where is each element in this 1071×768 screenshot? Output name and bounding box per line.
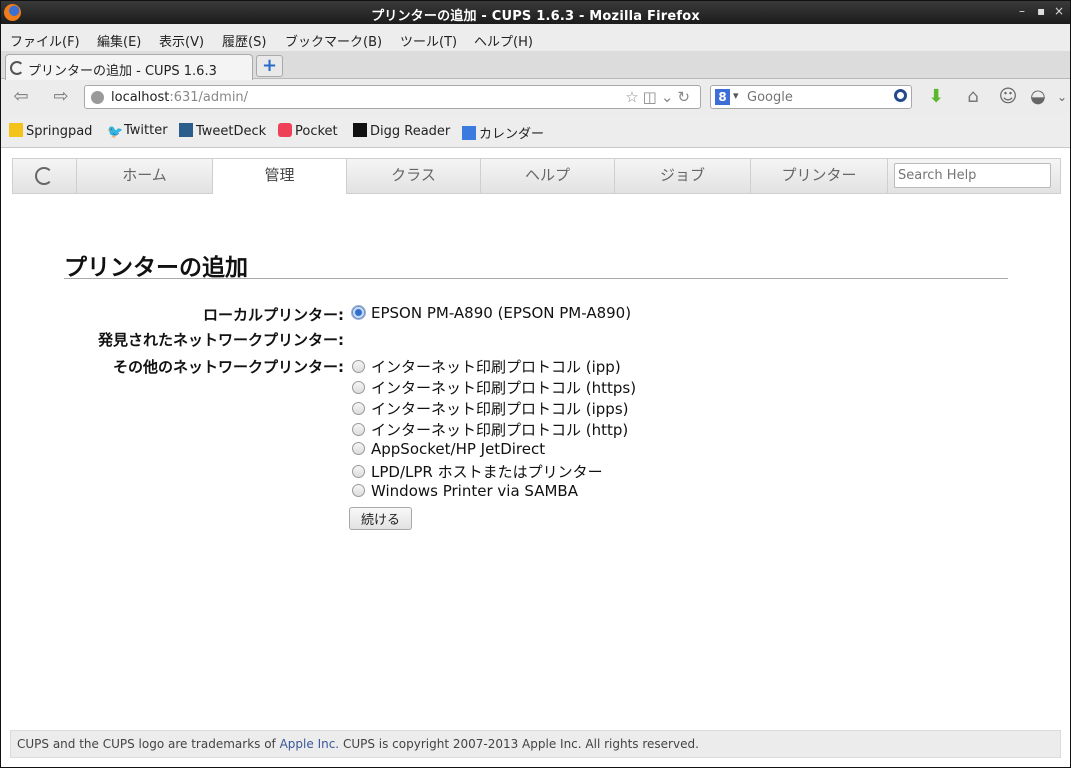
cups-nav-bar: ホーム 管理 クラス ヘルプ ジョブ プリンター xyxy=(12,158,1061,194)
tab-label: プリンターの追加 - CUPS 1.6.3 xyxy=(28,64,217,79)
heading-divider xyxy=(64,278,1008,279)
window-title: プリンターの追加 - CUPS 1.6.3 - Mozilla Firefox xyxy=(371,9,700,24)
other-printers-label: その他のネットワークプリンター: xyxy=(112,358,344,376)
addon-face-icon[interactable]: ☺ xyxy=(997,86,1019,108)
help-search-input[interactable] xyxy=(894,163,1051,188)
navigation-toolbar: ⇦ ⇨ localhost:631/admin/ ☆◫⌄↻ 8 ▾ ⬇ ⌂ ☺ … xyxy=(1,80,1070,114)
back-arrow-icon[interactable]: ⇦ xyxy=(7,85,35,109)
search-engine-dropdown-icon[interactable]: ▾ xyxy=(733,89,739,102)
springpad-icon xyxy=(9,123,23,137)
bookmark-star-icon[interactable]: ☆ xyxy=(625,88,642,106)
url-bar-actions: ☆◫⌄↻ xyxy=(625,88,694,106)
nav-home[interactable]: ホーム xyxy=(77,159,213,193)
continue-button[interactable]: 続ける xyxy=(349,507,412,530)
option-https[interactable]: インターネット印刷プロトコル (https) xyxy=(352,377,636,397)
apple-link[interactable]: Apple Inc. xyxy=(280,737,340,751)
option-appsocket[interactable]: AppSocket/HP JetDirect xyxy=(352,440,545,460)
calendar-icon xyxy=(462,126,476,140)
page-footer: CUPS and the CUPS logo are trademarks of… xyxy=(10,730,1061,758)
globe-icon xyxy=(91,91,104,104)
reload-icon[interactable]: ↻ xyxy=(677,88,694,106)
option-samba[interactable]: Windows Printer via SAMBA xyxy=(352,482,578,502)
menu-tools[interactable]: ツール(T) xyxy=(400,31,457,50)
minimize-button[interactable]: – xyxy=(1019,4,1025,18)
radio-icon[interactable] xyxy=(352,360,365,373)
close-button[interactable]: × xyxy=(1054,4,1064,18)
nav-administration[interactable]: 管理 xyxy=(213,159,347,194)
radio-icon[interactable] xyxy=(352,442,365,455)
bookmark-pocket[interactable]: Pocket xyxy=(278,123,338,139)
menu-file[interactable]: ファイル(F) xyxy=(10,31,80,50)
cups-logo[interactable] xyxy=(13,159,77,193)
option-ipp[interactable]: インターネット印刷プロトコル (ipp) xyxy=(352,356,621,376)
discovered-printers-label: 発見されたネットワークプリンター: xyxy=(97,331,344,349)
tweetdeck-icon xyxy=(179,123,193,137)
radio-icon[interactable] xyxy=(352,402,365,415)
search-engine-icon[interactable]: 8 xyxy=(715,89,730,105)
forward-arrow-icon[interactable]: ⇨ xyxy=(47,85,75,109)
page-title: プリンターの追加 xyxy=(64,255,248,281)
page-content: ホーム 管理 クラス ヘルプ ジョブ プリンター プリンターの追加 ローカルプリ… xyxy=(1,148,1070,767)
url-text: localhost:631/admin/ xyxy=(111,90,249,105)
bookmarks-toolbar: Springpad 🐦Twitter TweetDeck Pocket Digg… xyxy=(1,114,1070,148)
radio-icon[interactable] xyxy=(352,423,365,436)
radio-selected-icon[interactable] xyxy=(352,306,365,319)
url-bar[interactable]: localhost:631/admin/ ☆◫⌄↻ xyxy=(84,85,701,109)
bookmark-calendar[interactable]: カレンダー xyxy=(462,123,544,142)
bookmark-digg-reader[interactable]: Digg Reader xyxy=(353,123,450,139)
radio-icon[interactable] xyxy=(352,465,365,478)
search-icon[interactable] xyxy=(894,89,907,102)
menu-edit[interactable]: 編集(E) xyxy=(97,31,141,50)
cups-logo-icon xyxy=(35,167,53,185)
tab-bar: プリンターの追加 - CUPS 1.6.3 + xyxy=(1,51,1070,80)
menu-history[interactable]: 履歴(S) xyxy=(222,31,266,50)
dropdown-icon[interactable]: ⌄ xyxy=(661,88,678,106)
nav-classes[interactable]: クラス xyxy=(347,159,481,193)
footer-text-end: CUPS is copyright 2007-2013 Apple Inc. A… xyxy=(339,737,699,751)
digg-icon xyxy=(353,123,367,137)
local-printers-label: ローカルプリンター: xyxy=(203,306,344,324)
pocket-icon[interactable]: ◫ xyxy=(643,88,661,106)
web-search-box[interactable]: 8 ▾ xyxy=(710,85,912,109)
option-http[interactable]: インターネット印刷プロトコル (http) xyxy=(352,419,628,439)
browser-window: プリンターの追加 - CUPS 1.6.3 - Mozilla Firefox … xyxy=(0,0,1071,768)
menu-bookmarks[interactable]: ブックマーク(B) xyxy=(285,31,382,50)
local-printer-option[interactable]: EPSON PM-A890 (EPSON PM-A890) xyxy=(352,304,631,324)
option-ipps[interactable]: インターネット印刷プロトコル (ipps) xyxy=(352,398,629,418)
nav-printers[interactable]: プリンター xyxy=(751,159,888,193)
footer-text: CUPS and the CUPS logo are trademarks of xyxy=(17,737,280,751)
nav-help[interactable]: ヘルプ xyxy=(481,159,615,193)
tab-add-printer[interactable]: プリンターの追加 - CUPS 1.6.3 xyxy=(5,54,253,80)
menu-bar: ファイル(F) 編集(E) 表示(V) 履歴(S) ブックマーク(B) ツール(… xyxy=(1,25,1070,51)
menu-view[interactable]: 表示(V) xyxy=(159,31,204,50)
download-arrow-icon[interactable]: ⬇ xyxy=(925,86,947,108)
bookmark-tweetdeck[interactable]: TweetDeck xyxy=(179,123,266,139)
menu-help[interactable]: ヘルプ(H) xyxy=(474,31,533,50)
new-tab-button[interactable]: + xyxy=(256,55,283,77)
radio-icon[interactable] xyxy=(352,381,365,394)
twitter-icon: 🐦 xyxy=(107,125,124,140)
option-lpd[interactable]: LPD/LPR ホストまたはプリンター xyxy=(352,461,603,481)
pocket-toolbar-icon[interactable]: ◒ xyxy=(1027,86,1049,108)
pocket-bookmark-icon xyxy=(278,123,292,137)
overflow-chevron-icon[interactable]: ⌄ xyxy=(1051,86,1071,108)
bookmark-twitter[interactable]: 🐦Twitter xyxy=(107,123,168,140)
bookmark-springpad[interactable]: Springpad xyxy=(9,123,92,139)
home-icon[interactable]: ⌂ xyxy=(962,86,984,108)
maximize-button[interactable]: ▪ xyxy=(1037,4,1045,18)
title-bar: プリンターの追加 - CUPS 1.6.3 - Mozilla Firefox … xyxy=(1,1,1070,24)
radio-icon[interactable] xyxy=(352,484,365,497)
web-search-input[interactable] xyxy=(747,88,887,106)
cups-favicon-icon xyxy=(10,61,24,75)
nav-jobs[interactable]: ジョブ xyxy=(615,159,751,193)
